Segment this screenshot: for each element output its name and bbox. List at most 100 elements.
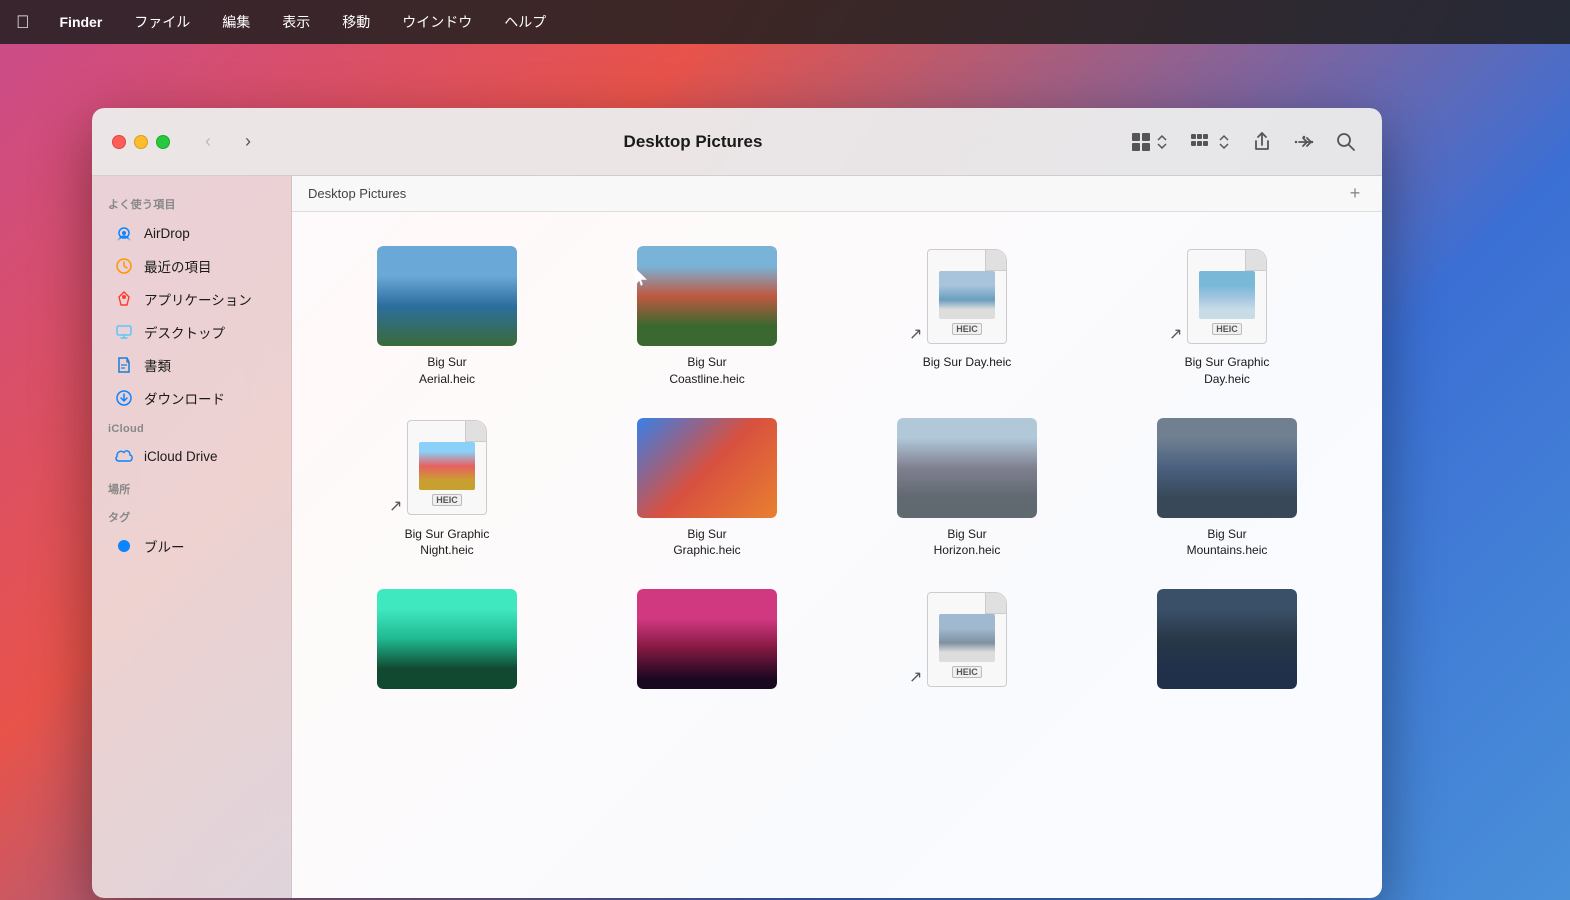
heic-arrow-icon-3: ↗ bbox=[389, 496, 402, 516]
menubar-window[interactable]: ウインドウ bbox=[396, 8, 478, 36]
file-name-bigsur-graphicday: Big Sur GraphicDay.heic bbox=[1185, 354, 1270, 388]
minimize-button[interactable] bbox=[134, 135, 148, 149]
file-item-bigsur-aerial[interactable]: Big SurAerial.heic bbox=[322, 236, 572, 398]
tags-label: タグ bbox=[92, 501, 291, 529]
recent-icon bbox=[114, 256, 134, 276]
sidebar-airdrop-label: AirDrop bbox=[144, 226, 190, 241]
file-thumb-bigsur-aerial bbox=[377, 246, 517, 346]
apple-logo-icon[interactable]:  bbox=[16, 12, 30, 33]
search-button[interactable] bbox=[1330, 126, 1362, 158]
content-area: よく使う項目 AirDrop bbox=[92, 176, 1382, 898]
sidebar-item-downloads[interactable]: ダウンロード bbox=[98, 382, 285, 414]
file-thumb-row3-4 bbox=[1157, 589, 1297, 689]
heic-arrow-icon: ↗ bbox=[909, 324, 922, 344]
blue-tag-icon bbox=[114, 536, 134, 556]
sidebar-desktop-label: デスクトップ bbox=[144, 322, 225, 342]
forward-button[interactable]: › bbox=[234, 128, 262, 156]
favorites-label: よく使う項目 bbox=[92, 188, 291, 216]
sidebar-tag-blue-label: ブルー bbox=[144, 536, 185, 556]
more-icon bbox=[1293, 131, 1315, 153]
path-bar: Desktop Pictures + bbox=[292, 176, 1382, 212]
file-item-bigsur-graphicday[interactable]: HEIC ↗ Big Sur GraphicDay.heic bbox=[1102, 236, 1352, 398]
heic-badge-4: HEIC bbox=[952, 666, 982, 678]
traffic-lights bbox=[112, 135, 170, 149]
menubar-help[interactable]: ヘルプ bbox=[498, 8, 552, 36]
chevron-updown-icon bbox=[1156, 134, 1168, 150]
toolbar-title: Desktop Pictures bbox=[274, 132, 1112, 152]
sidebar-item-airdrop[interactable]: AirDrop bbox=[98, 217, 285, 249]
file-thumb-row3-3: HEIC ↗ bbox=[897, 589, 1037, 689]
sidebar-item-tag-blue[interactable]: ブルー bbox=[98, 530, 285, 562]
file-name-bigsur-graphicnight: Big Sur GraphicNight.heic bbox=[405, 526, 490, 560]
file-item-bigsur-horizon[interactable]: Big SurHorizon.heic bbox=[842, 408, 1092, 570]
file-item-row3-3[interactable]: HEIC ↗ bbox=[842, 579, 1092, 707]
file-thumb-bigsur-day: HEIC ↗ bbox=[897, 246, 1037, 346]
heic-badge-2: HEIC bbox=[1212, 323, 1242, 335]
file-item-row3-2[interactable] bbox=[582, 579, 832, 707]
file-thumb-bigsur-graphic bbox=[637, 418, 777, 518]
sidebar-docs-label: 書類 bbox=[144, 355, 171, 375]
sidebar-item-desktop[interactable]: デスクトップ bbox=[98, 316, 285, 348]
sidebar-apps-label: アプリケーション bbox=[144, 289, 252, 309]
toolbar-controls bbox=[1124, 126, 1362, 158]
heic-badge: HEIC bbox=[952, 323, 982, 335]
sidebar-item-recent[interactable]: 最近の項目 bbox=[98, 250, 285, 282]
sidebar-item-icloud[interactable]: iCloud Drive bbox=[98, 440, 285, 472]
more-button[interactable] bbox=[1288, 126, 1320, 158]
close-button[interactable] bbox=[112, 135, 126, 149]
finder-window: ‹ › Desktop Pictures bbox=[92, 108, 1382, 898]
sidebar-item-docs[interactable]: 書類 bbox=[98, 349, 285, 381]
heic-badge-3: HEIC bbox=[432, 494, 462, 506]
menubar-file[interactable]: ファイル bbox=[128, 8, 196, 36]
heic-arrow-icon-2: ↗ bbox=[1169, 324, 1182, 344]
file-thumb-bigsur-horizon bbox=[897, 418, 1037, 518]
menubar-edit[interactable]: 編集 bbox=[216, 8, 256, 36]
file-area: Desktop Pictures + Big SurAerial.heic bbox=[292, 176, 1382, 898]
menubar-finder[interactable]: Finder bbox=[54, 10, 109, 34]
file-name-bigsur-horizon: Big SurHorizon.heic bbox=[934, 526, 1001, 560]
back-button[interactable]: ‹ bbox=[194, 128, 222, 156]
file-thumb-row3-1 bbox=[377, 589, 517, 689]
grid-icon bbox=[1130, 131, 1152, 153]
icloud-label: iCloud bbox=[92, 415, 291, 439]
file-item-bigsur-graphicnight[interactable]: HEIC ↗ Big Sur GraphicNight.heic bbox=[322, 408, 572, 570]
file-item-row3-1[interactable] bbox=[322, 579, 572, 707]
file-item-bigsur-graphic[interactable]: Big SurGraphic.heic bbox=[582, 408, 832, 570]
airdrop-icon bbox=[114, 223, 134, 243]
sidebar-item-apps[interactable]: アプリケーション bbox=[98, 283, 285, 315]
downloads-icon bbox=[114, 388, 134, 408]
share-icon bbox=[1251, 131, 1273, 153]
file-thumb-row3-2 bbox=[637, 589, 777, 689]
file-grid: Big SurAerial.heic Big SurCoastline.heic bbox=[292, 212, 1382, 731]
file-thumb-bigsur-coastline bbox=[637, 246, 777, 346]
file-item-row3-4[interactable] bbox=[1102, 579, 1352, 707]
file-name-bigsur-coastline: Big SurCoastline.heic bbox=[669, 354, 744, 388]
share-button[interactable] bbox=[1246, 126, 1278, 158]
apps-icon bbox=[114, 289, 134, 309]
docs-icon bbox=[114, 355, 134, 375]
file-item-bigsur-day[interactable]: HEIC ↗ Big Sur Day.heic bbox=[842, 236, 1092, 398]
desktop-icon bbox=[114, 322, 134, 342]
file-name-bigsur-day: Big Sur Day.heic bbox=[923, 354, 1011, 371]
arrange-chevron-icon bbox=[1218, 134, 1230, 150]
icloud-icon bbox=[114, 446, 134, 466]
file-item-bigsur-mountains[interactable]: Big SurMountains.heic bbox=[1102, 408, 1352, 570]
menubar-go[interactable]: 移動 bbox=[336, 8, 376, 36]
file-thumb-bigsur-graphicday: HEIC ↗ bbox=[1157, 246, 1297, 346]
view-icon-button[interactable] bbox=[1124, 127, 1174, 157]
sidebar-recent-label: 最近の項目 bbox=[144, 256, 212, 276]
path-add-button[interactable]: + bbox=[1344, 183, 1366, 205]
menubar:  Finder ファイル 編集 表示 移動 ウインドウ ヘルプ bbox=[0, 0, 1570, 44]
maximize-button[interactable] bbox=[156, 135, 170, 149]
file-thumb-bigsur-mountains bbox=[1157, 418, 1297, 518]
file-name-bigsur-aerial: Big SurAerial.heic bbox=[419, 354, 475, 388]
arrange-icon bbox=[1190, 133, 1214, 151]
arrange-button[interactable] bbox=[1184, 129, 1236, 155]
path-text: Desktop Pictures bbox=[308, 186, 406, 201]
file-item-bigsur-coastline[interactable]: Big SurCoastline.heic bbox=[582, 236, 832, 398]
file-name-bigsur-mountains: Big SurMountains.heic bbox=[1187, 526, 1268, 560]
places-label: 場所 bbox=[92, 473, 291, 501]
heic-arrow-icon-4: ↗ bbox=[909, 667, 922, 687]
file-thumb-bigsur-graphicnight: HEIC ↗ bbox=[377, 418, 517, 518]
menubar-view[interactable]: 表示 bbox=[276, 8, 316, 36]
